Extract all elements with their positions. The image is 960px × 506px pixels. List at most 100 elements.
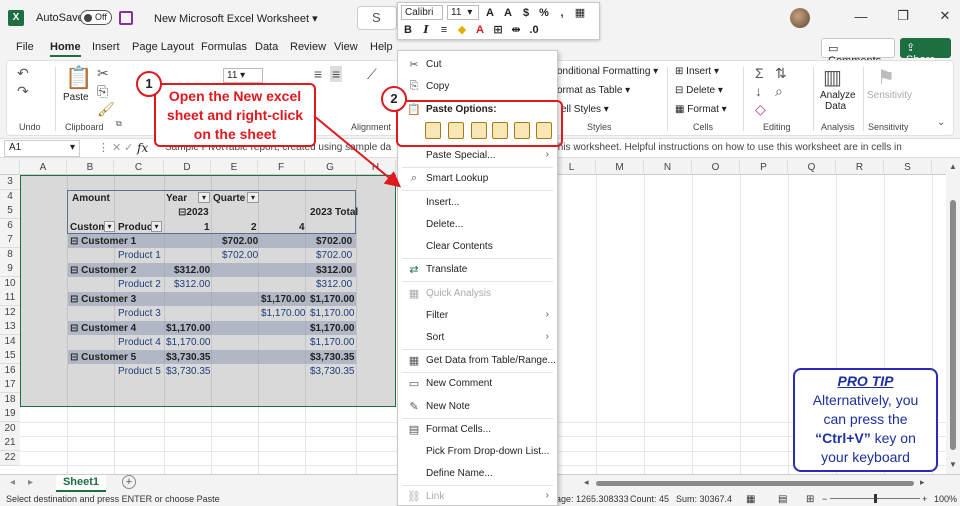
tab-home[interactable]: Home <box>50 41 81 57</box>
tab-file[interactable]: File <box>16 41 34 53</box>
cut-icon[interactable]: ✂ <box>97 65 109 82</box>
conditional-formatting-button[interactable]: onditional Formatting ▾ <box>557 66 658 77</box>
font-size-select[interactable]: 11 ▾ <box>223 68 263 83</box>
zoom-level[interactable]: 100% <box>934 494 957 504</box>
row-header[interactable]: 21 <box>0 436 20 451</box>
column-header[interactable]: F <box>258 160 305 175</box>
row-header[interactable]: 18 <box>0 393 20 408</box>
copy-icon[interactable]: ⎘ <box>97 83 108 100</box>
restore-icon[interactable]: ❐ <box>896 8 910 24</box>
avatar[interactable] <box>790 8 810 28</box>
scroll-up-icon[interactable]: ▲ <box>949 162 957 171</box>
filter-dropdown-icon[interactable]: ▾ <box>104 221 115 232</box>
dialog-launcher-icon[interactable]: ⧉ <box>116 119 122 129</box>
formula-input-continued[interactable]: this worksheet. Helpful instructions on … <box>555 142 902 153</box>
column-header[interactable]: A <box>20 160 67 175</box>
name-box[interactable]: A1 ▾ <box>4 140 80 157</box>
share-button[interactable]: ⇪ Share <box>900 38 951 66</box>
undo-icon[interactable]: ↶ <box>17 65 29 82</box>
row-header[interactable]: 17 <box>0 378 20 393</box>
delete-cells-button[interactable]: ⊟ Delete ▾ <box>675 85 723 96</box>
column-header[interactable]: Q <box>788 160 836 175</box>
row-header[interactable]: 20 <box>0 422 20 437</box>
autosave-toggle[interactable]: Off <box>80 10 112 25</box>
menu-item-get-data[interactable]: ▦ Get Data from Table/Range... <box>398 351 557 371</box>
italic-button[interactable]: I <box>419 23 433 36</box>
minimize-icon[interactable]: — <box>854 9 868 24</box>
scroll-right-icon[interactable]: ▸ <box>920 477 925 488</box>
search-box[interactable]: S <box>357 6 397 30</box>
tab-page-layout[interactable]: Page Layout <box>132 41 194 53</box>
orientation-icon[interactable]: ⟋ <box>367 66 377 83</box>
comments-button[interactable]: ▭ Comments <box>821 38 895 67</box>
page-break-view-icon[interactable]: ⊞ <box>806 494 814 505</box>
tab-help[interactable]: Help <box>370 41 393 53</box>
bold-button[interactable]: B <box>401 24 415 36</box>
zoom-out-icon[interactable]: − <box>822 494 827 504</box>
redo-icon[interactable]: ↷ <box>17 83 29 100</box>
align-center-icon[interactable]: ≡ <box>437 24 451 36</box>
borders-icon[interactable]: ⊞ <box>491 23 505 36</box>
paste-icon[interactable]: 📋 <box>65 65 92 91</box>
collapse-ribbon-icon[interactable]: ⌄ <box>937 117 945 128</box>
prev-sheet-icon[interactable]: ◂ <box>10 477 15 488</box>
close-icon[interactable]: ✕ <box>938 8 952 24</box>
row-header[interactable]: 7 <box>0 233 20 248</box>
column-header[interactable]: D <box>164 160 211 175</box>
column-header[interactable]: G <box>305 160 356 175</box>
column-header[interactable]: E <box>211 160 258 175</box>
row-header[interactable]: 9 <box>0 262 20 277</box>
zoom-slider-knob[interactable] <box>874 494 877 503</box>
sheet-tab-sheet1[interactable]: Sheet1 <box>56 475 106 492</box>
analyze-data-label-2[interactable]: Data <box>825 101 846 112</box>
document-title[interactable]: New Microsoft Excel Worksheet ▾ <box>154 12 318 25</box>
menu-item-cut[interactable]: ✂ Cut <box>398 55 557 75</box>
menu-item-delete[interactable]: Delete... <box>398 215 557 235</box>
enter-icon[interactable]: ✓ <box>124 141 133 154</box>
row-header[interactable]: 11 <box>0 291 20 306</box>
column-header[interactable]: M <box>596 160 644 175</box>
tab-formulas[interactable]: Formulas <box>201 41 247 53</box>
merge-icon[interactable]: ⇹ <box>509 23 523 36</box>
font-color-icon[interactable]: A <box>473 24 487 36</box>
filter-dropdown-icon[interactable]: ▾ <box>151 221 162 232</box>
menu-item-format-cells[interactable]: ▤ Format Cells... <box>398 420 557 440</box>
format-painter-icon[interactable]: ▦ <box>573 6 587 19</box>
cell-styles-button[interactable]: ell Styles ▾ <box>561 104 609 115</box>
filter-dropdown-icon[interactable]: ▾ <box>198 192 210 203</box>
fx-icon[interactable]: fx <box>137 141 148 155</box>
row-header[interactable]: 12 <box>0 306 20 321</box>
format-painter-icon[interactable]: 🖌 <box>97 101 115 118</box>
comma-icon[interactable]: , <box>555 7 569 19</box>
row-header[interactable]: 14 <box>0 335 20 350</box>
scroll-left-icon[interactable]: ◂ <box>584 477 589 488</box>
font-name-select[interactable]: Calibri <box>401 5 443 20</box>
select-all-corner[interactable] <box>0 160 20 175</box>
column-header[interactable]: R <box>836 160 884 175</box>
row-header[interactable]: 5 <box>0 204 20 219</box>
row-header[interactable]: 6 <box>0 219 20 234</box>
paste-label[interactable]: Paste <box>63 92 89 103</box>
scroll-thumb[interactable] <box>950 200 956 450</box>
currency-icon[interactable]: $ <box>519 7 533 19</box>
row-header[interactable]: 16 <box>0 364 20 379</box>
column-header[interactable]: H <box>356 160 396 175</box>
decimal-icon[interactable]: .0 <box>527 24 541 36</box>
menu-item-new-comment[interactable]: ▭ New Comment <box>398 374 557 394</box>
menu-item-clear-contents[interactable]: Clear Contents <box>398 237 557 257</box>
fill-color-icon[interactable]: ◆ <box>455 23 469 36</box>
row-header[interactable]: 15 <box>0 349 20 364</box>
save-icon[interactable] <box>119 11 133 25</box>
add-sheet-button[interactable]: + <box>122 475 136 489</box>
increase-font-icon[interactable]: A <box>483 7 497 19</box>
row-header[interactable]: 10 <box>0 277 20 292</box>
cancel-icon[interactable]: ✕ <box>112 141 121 154</box>
menu-item-sort[interactable]: Sort › <box>398 328 557 348</box>
sort-filter-icon[interactable]: ⇅ <box>775 65 787 82</box>
menu-item-new-note[interactable]: ✎ New Note <box>398 397 557 417</box>
menu-item-translate[interactable]: ⇄ Translate <box>398 260 557 280</box>
zoom-in-icon[interactable]: + <box>922 494 927 504</box>
fill-icon[interactable]: ↓ <box>755 83 762 99</box>
column-header[interactable]: S <box>884 160 932 175</box>
align-middle-icon[interactable]: ≡ <box>330 66 343 82</box>
